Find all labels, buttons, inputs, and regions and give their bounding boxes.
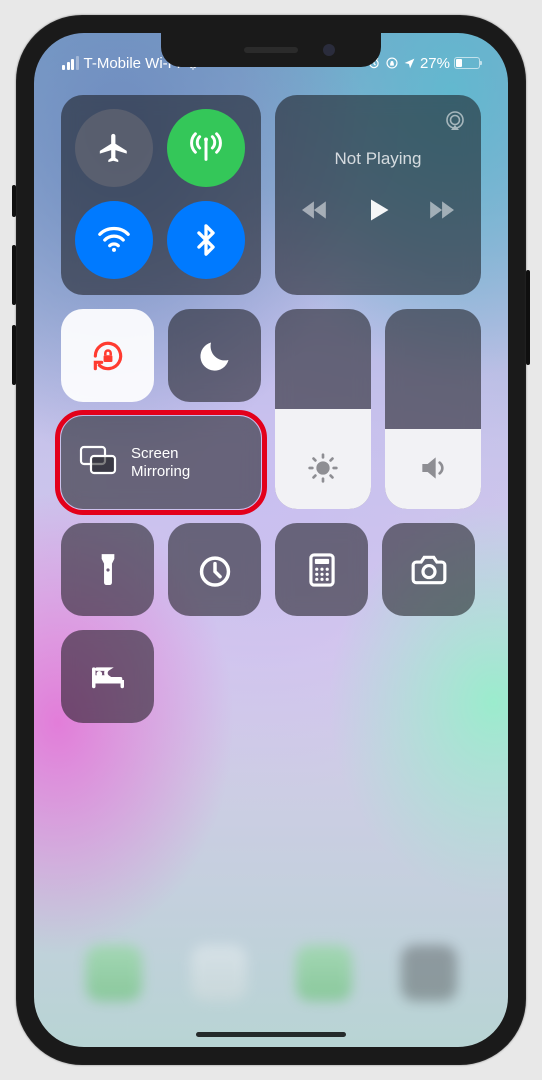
timer-icon [196, 551, 234, 589]
screen-mirroring-label-2: Mirroring [131, 463, 190, 481]
wifi-icon [97, 223, 131, 257]
calculator-icon [303, 551, 341, 589]
airplane-mode-toggle[interactable] [75, 109, 153, 187]
bluetooth-toggle[interactable] [167, 201, 245, 279]
battery-icon [454, 57, 480, 69]
battery-pct-label: 27% [420, 55, 450, 72]
signal-bars-icon [62, 56, 79, 70]
home-indicator[interactable] [196, 1032, 346, 1037]
moon-icon [196, 337, 234, 375]
volume-down-button[interactable] [12, 325, 16, 385]
volume-slider[interactable] [385, 309, 481, 509]
mute-switch[interactable] [12, 185, 16, 217]
power-button[interactable] [526, 270, 530, 365]
screen-mirroring-icon [79, 445, 117, 480]
sun-icon [307, 452, 339, 489]
previous-track-button[interactable] [302, 199, 328, 226]
speaker-icon [417, 452, 449, 489]
connectivity-module[interactable] [61, 95, 261, 295]
orientation-lock-icon [89, 337, 127, 375]
orientation-lock-toggle[interactable] [61, 309, 154, 402]
wifi-toggle[interactable] [75, 201, 153, 279]
antenna-icon [189, 131, 223, 165]
flashlight-button[interactable] [61, 523, 154, 616]
screen-mirroring-button[interactable]: Screen Mirroring [61, 416, 261, 509]
calculator-button[interactable] [275, 523, 368, 616]
do-not-disturb-toggle[interactable] [168, 309, 261, 402]
airplane-icon [97, 131, 131, 165]
control-center: Not Playing [61, 95, 481, 723]
media-module[interactable]: Not Playing [275, 95, 481, 295]
orientation-lock-status-icon [385, 56, 399, 70]
play-button[interactable] [364, 195, 392, 230]
sleep-mode-button[interactable] [61, 630, 154, 723]
cellular-data-toggle[interactable] [167, 109, 245, 187]
bed-icon [89, 658, 127, 696]
front-camera [323, 44, 335, 56]
camera-button[interactable] [382, 523, 475, 616]
bluetooth-icon [189, 223, 223, 257]
speaker-grille [244, 47, 298, 53]
dock-blurred [61, 933, 481, 1013]
now-playing-label: Not Playing [335, 149, 422, 169]
camera-icon [410, 551, 448, 589]
screen: T-Mobile Wi-Fi 27% [34, 33, 508, 1047]
airplay-audio-icon[interactable] [443, 109, 467, 138]
timer-button[interactable] [168, 523, 261, 616]
screen-mirroring-label-1: Screen [131, 445, 190, 463]
flashlight-icon [89, 551, 127, 589]
notch [161, 33, 381, 67]
location-icon [403, 57, 416, 70]
volume-up-button[interactable] [12, 245, 16, 305]
next-track-button[interactable] [428, 199, 454, 226]
phone-frame: T-Mobile Wi-Fi 27% [16, 15, 526, 1065]
brightness-slider[interactable] [275, 309, 371, 509]
